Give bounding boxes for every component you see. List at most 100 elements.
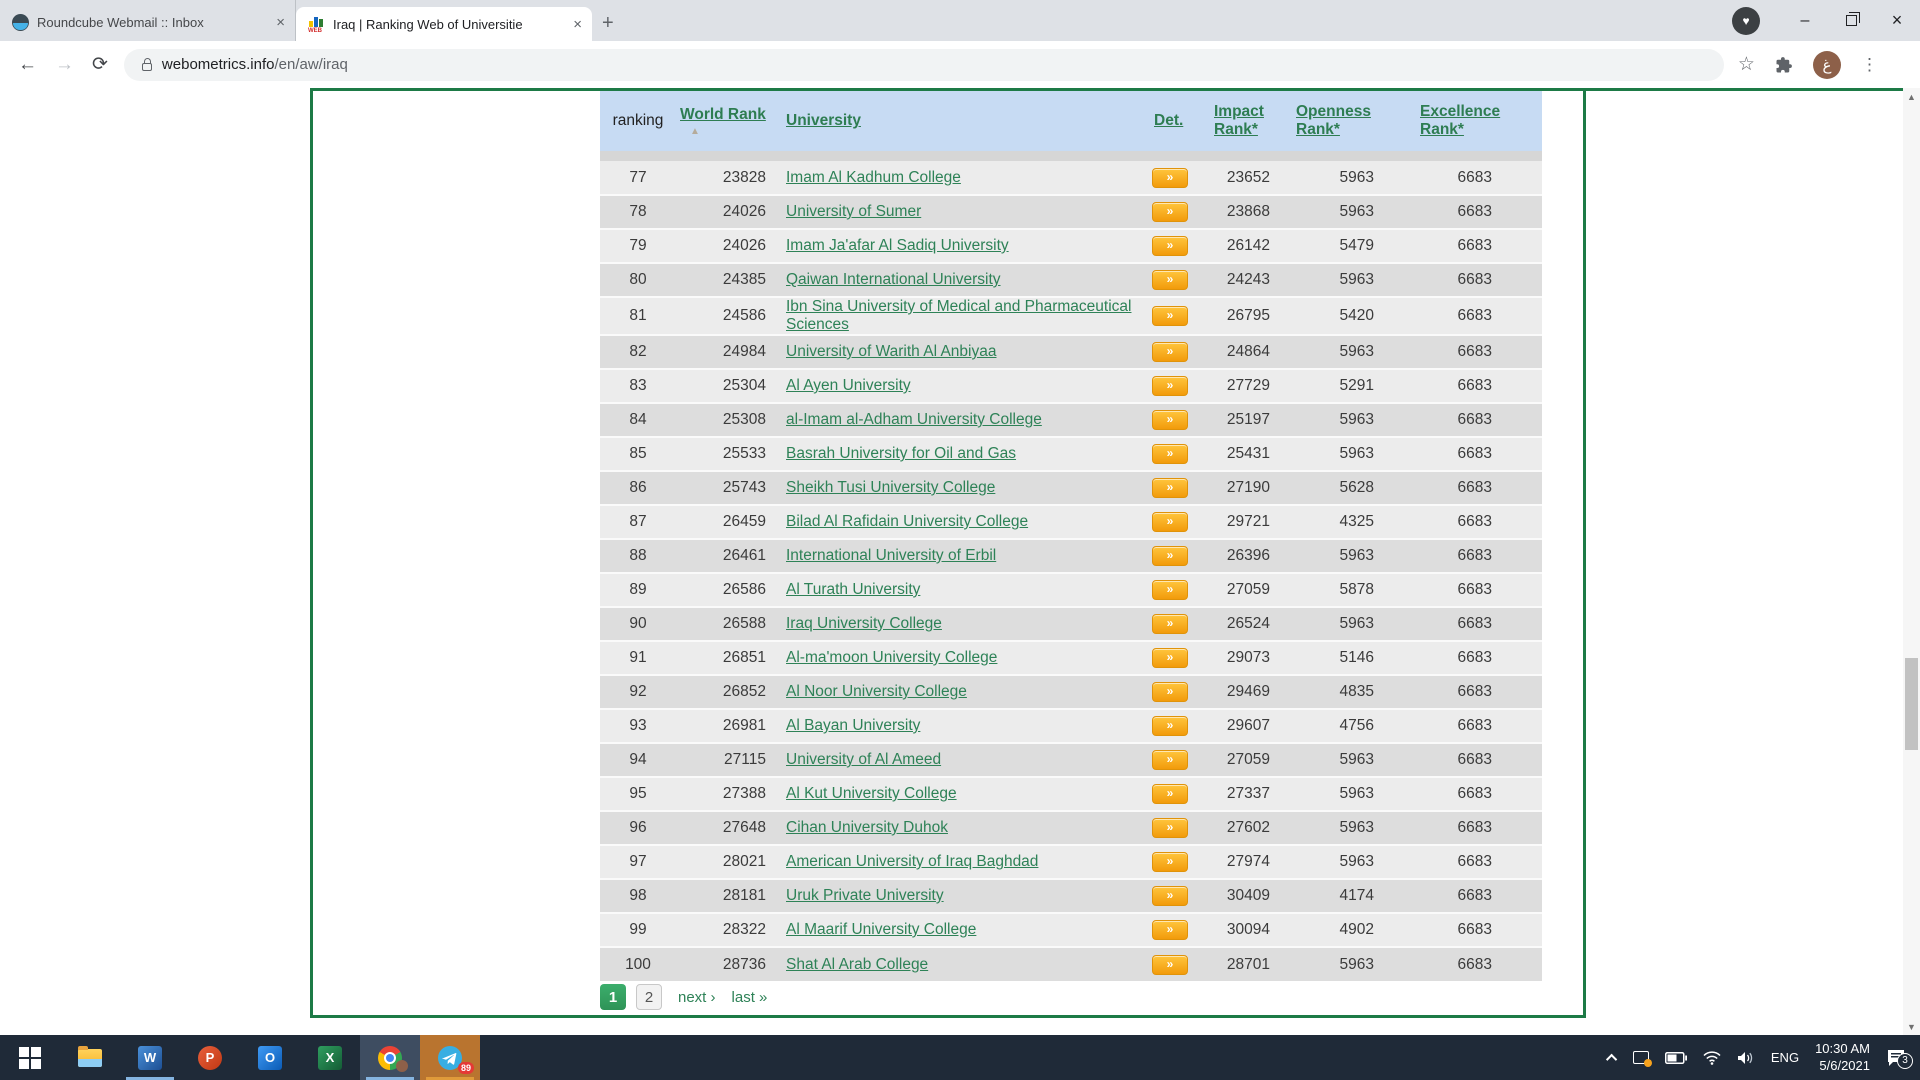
header-impact-rank[interactable]: Impact Rank* bbox=[1212, 91, 1288, 151]
university-link[interactable]: University of Warith Al Anbiyaa bbox=[786, 343, 996, 360]
heart-circle-icon[interactable]: ♥ bbox=[1732, 7, 1760, 35]
detail-button[interactable]: » bbox=[1152, 955, 1188, 975]
header-excellence-rank[interactable]: Excellence Rank* bbox=[1400, 91, 1542, 151]
detail-button[interactable]: » bbox=[1152, 342, 1188, 362]
file-explorer-button[interactable] bbox=[60, 1035, 120, 1080]
ranking-table-body: 7723828Imam Al Kadhum College»2365259636… bbox=[600, 161, 1542, 981]
detail-button[interactable]: » bbox=[1152, 920, 1188, 940]
university-cell: Al-ma'moon University College bbox=[786, 641, 1148, 675]
detail-button[interactable]: » bbox=[1152, 546, 1188, 566]
detail-button[interactable]: » bbox=[1152, 682, 1188, 702]
university-link[interactable]: Al Maarif University College bbox=[786, 921, 976, 938]
detail-button[interactable]: » bbox=[1152, 202, 1188, 222]
lock-icon[interactable] bbox=[142, 63, 152, 71]
university-link[interactable]: al-Imam al-Adham University College bbox=[786, 411, 1042, 428]
speaker-icon[interactable] bbox=[1737, 1051, 1755, 1065]
university-link[interactable]: Imam Ja'afar Al Sadiq University bbox=[786, 237, 1009, 254]
address-bar[interactable]: webometrics.info/en/aw/iraq bbox=[124, 49, 1724, 81]
new-tab-button[interactable]: + bbox=[602, 12, 614, 35]
battery-icon[interactable] bbox=[1665, 1052, 1687, 1064]
menu-kebab-icon[interactable]: ⋮ bbox=[1861, 55, 1878, 75]
tab-webometrics[interactable]: WEB Iraq | Ranking Web of Universitie × bbox=[296, 7, 592, 41]
detail-button[interactable]: » bbox=[1152, 818, 1188, 838]
detail-button[interactable]: » bbox=[1152, 306, 1188, 326]
page-button-2[interactable]: 2 bbox=[636, 984, 662, 1010]
university-link[interactable]: Al-ma'moon University College bbox=[786, 649, 997, 666]
university-link[interactable]: Bilad Al Rafidain University College bbox=[786, 513, 1028, 530]
university-link[interactable]: Cihan University Duhok bbox=[786, 819, 948, 836]
detail-button[interactable]: » bbox=[1152, 512, 1188, 532]
restore-button[interactable] bbox=[1828, 0, 1874, 41]
scroll-down-icon[interactable]: ▼ bbox=[1903, 1018, 1920, 1035]
header-det[interactable]: Det. bbox=[1148, 91, 1212, 151]
detail-button[interactable]: » bbox=[1152, 376, 1188, 396]
detail-button[interactable]: » bbox=[1152, 750, 1188, 770]
detail-button[interactable]: » bbox=[1152, 716, 1188, 736]
university-link[interactable]: Shat Al Arab College bbox=[786, 956, 928, 973]
university-link[interactable]: Ibn Sina University of Medical and Pharm… bbox=[786, 298, 1131, 333]
detail-button[interactable]: » bbox=[1152, 478, 1188, 498]
detail-button[interactable]: » bbox=[1152, 886, 1188, 906]
tray-expand-chevron-icon[interactable] bbox=[1606, 1053, 1617, 1064]
ranking-cell: 91 bbox=[600, 641, 676, 675]
scroll-up-icon[interactable]: ▲ bbox=[1903, 88, 1920, 105]
vertical-scrollbar[interactable]: ▲ ▼ bbox=[1903, 88, 1920, 1035]
profile-avatar[interactable]: غ bbox=[1813, 51, 1841, 79]
bookmark-star-icon[interactable]: ☆ bbox=[1738, 53, 1755, 76]
university-link[interactable]: Al Turath University bbox=[786, 581, 920, 598]
header-openness-rank[interactable]: Openness Rank* bbox=[1288, 91, 1400, 151]
powerpoint-button[interactable]: P bbox=[180, 1035, 240, 1080]
university-link[interactable]: Al Bayan University bbox=[786, 717, 920, 734]
back-icon[interactable]: ← bbox=[18, 54, 37, 76]
action-center-button[interactable]: 3 bbox=[1886, 1049, 1906, 1067]
header-world-rank[interactable]: World Rank▲ bbox=[676, 91, 786, 151]
university-link[interactable]: Imam Al Kadhum College bbox=[786, 169, 961, 186]
university-link[interactable]: Basrah University for Oil and Gas bbox=[786, 445, 1016, 462]
telegram-button[interactable]: 89 bbox=[420, 1035, 480, 1080]
university-link[interactable]: Qaiwan International University bbox=[786, 271, 1001, 288]
detail-button[interactable]: » bbox=[1152, 444, 1188, 464]
tab-roundcube[interactable]: Roundcube Webmail :: Inbox × bbox=[0, 0, 296, 41]
header-university[interactable]: University bbox=[786, 91, 1148, 151]
university-link[interactable]: Al Noor University College bbox=[786, 683, 967, 700]
start-button[interactable] bbox=[0, 1035, 60, 1080]
excel-button[interactable]: X bbox=[300, 1035, 360, 1080]
close-tab-icon[interactable]: × bbox=[573, 16, 582, 33]
word-button[interactable]: W bbox=[120, 1035, 180, 1080]
reload-icon[interactable]: ⟳ bbox=[92, 53, 108, 76]
detail-button[interactable]: » bbox=[1152, 614, 1188, 634]
outlook-button[interactable]: O bbox=[240, 1035, 300, 1080]
detail-button[interactable]: » bbox=[1152, 410, 1188, 430]
next-page-link[interactable]: next › bbox=[678, 989, 716, 1006]
page-button-current[interactable]: 1 bbox=[600, 984, 626, 1010]
minimize-button[interactable]: – bbox=[1782, 0, 1828, 41]
university-link[interactable]: Al Ayen University bbox=[786, 377, 911, 394]
detail-button[interactable]: » bbox=[1152, 236, 1188, 256]
detail-button[interactable]: » bbox=[1152, 784, 1188, 804]
close-tab-icon[interactable]: × bbox=[276, 14, 285, 31]
detail-button[interactable]: » bbox=[1152, 648, 1188, 668]
scrollbar-thumb[interactable] bbox=[1905, 658, 1918, 750]
university-link[interactable]: International University of Erbil bbox=[786, 547, 996, 564]
university-link[interactable]: Sheikh Tusi University College bbox=[786, 479, 995, 496]
last-page-link[interactable]: last » bbox=[732, 989, 768, 1006]
university-link[interactable]: University of Al Ameed bbox=[786, 751, 941, 768]
extensions-icon[interactable] bbox=[1775, 56, 1793, 74]
taskbar-clock[interactable]: 10:30 AM 5/6/2021 bbox=[1815, 1041, 1870, 1075]
university-link[interactable]: Uruk Private University bbox=[786, 887, 944, 904]
detail-button[interactable]: » bbox=[1152, 270, 1188, 290]
detail-button[interactable]: » bbox=[1152, 852, 1188, 872]
det-cell: » bbox=[1148, 607, 1212, 641]
det-cell: » bbox=[1148, 335, 1212, 369]
close-window-button[interactable]: × bbox=[1874, 0, 1920, 41]
detail-button[interactable]: » bbox=[1152, 580, 1188, 600]
chrome-button[interactable] bbox=[360, 1035, 420, 1080]
detail-button[interactable]: » bbox=[1152, 168, 1188, 188]
language-indicator[interactable]: ENG bbox=[1771, 1050, 1799, 1065]
university-link[interactable]: Al Kut University College bbox=[786, 785, 957, 802]
university-link[interactable]: Iraq University College bbox=[786, 615, 942, 632]
tray-app-window-icon[interactable] bbox=[1633, 1051, 1649, 1064]
university-link[interactable]: American University of Iraq Baghdad bbox=[786, 853, 1038, 870]
university-link[interactable]: University of Sumer bbox=[786, 203, 921, 220]
wifi-icon[interactable] bbox=[1703, 1051, 1721, 1065]
